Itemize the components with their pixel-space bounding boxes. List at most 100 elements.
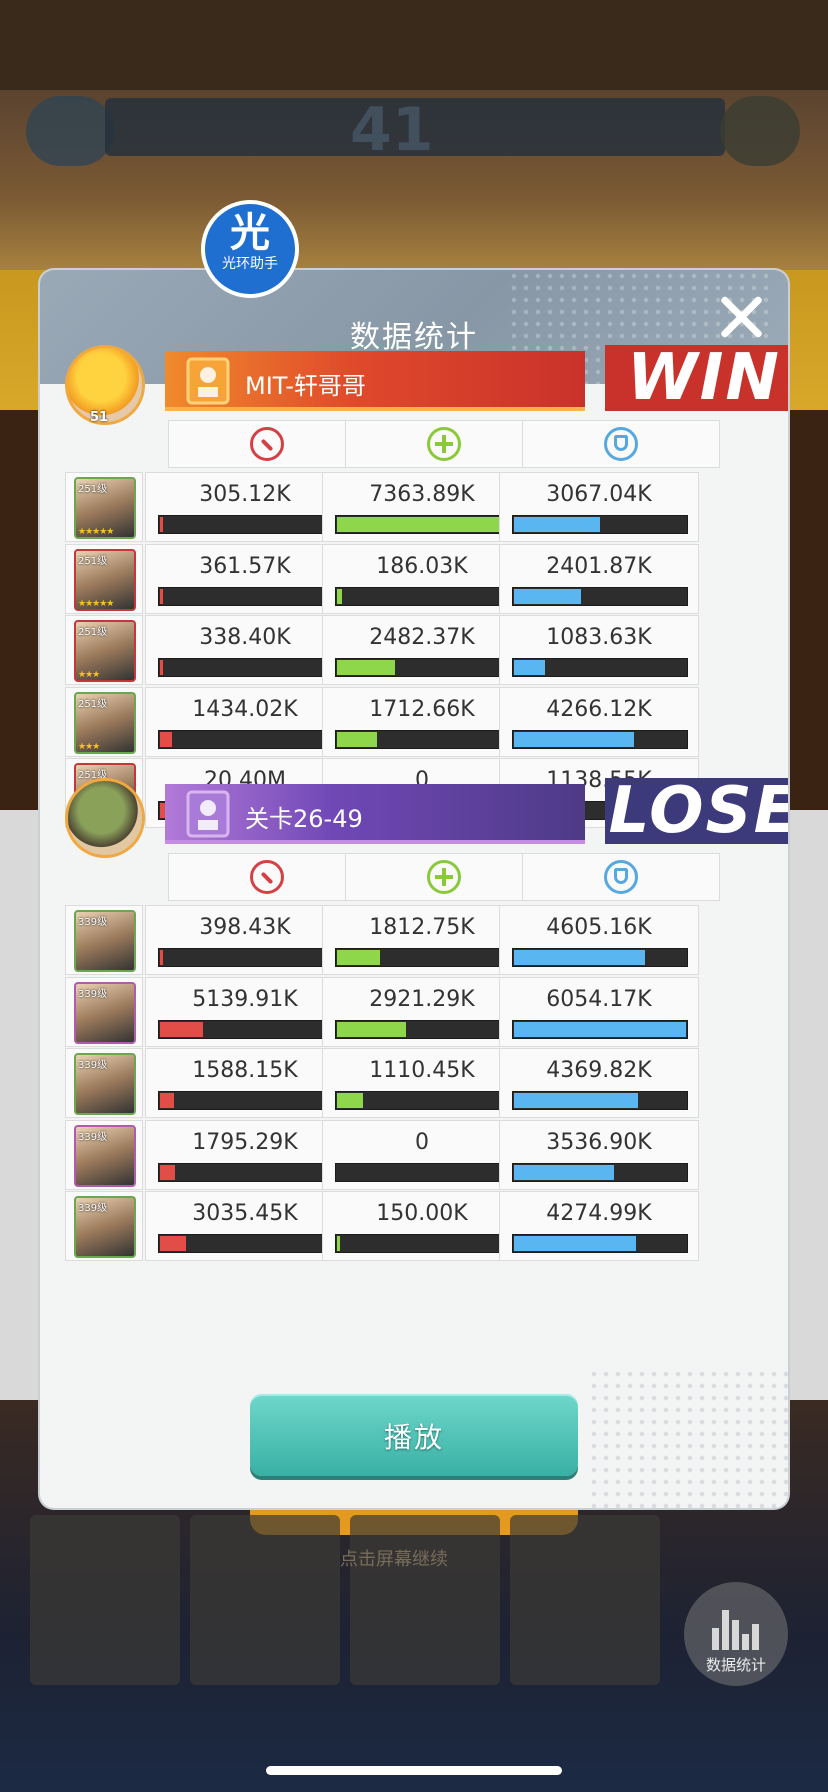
stat-bar-tank	[512, 515, 688, 534]
stat-cell-tank: 1083.63K	[499, 615, 699, 685]
logo-glyph: 光	[230, 210, 270, 256]
stat-header-damage	[168, 420, 366, 468]
stat-bar-fill-heal	[337, 950, 380, 965]
team-emblem-icon	[185, 790, 231, 838]
stat-bar-fill-heal	[337, 1093, 363, 1108]
sword-icon	[250, 427, 284, 461]
stat-bar-damage	[158, 586, 334, 606]
stat-header-heal	[345, 420, 543, 468]
bar-chart-icon	[712, 1600, 759, 1650]
stat-cell-heal: 1812.75K	[322, 905, 522, 975]
stat-bar-fill-damage	[160, 1093, 174, 1108]
stat-bar-heal	[335, 1162, 511, 1182]
stat-bar-heal	[335, 729, 511, 749]
stat-cell-damage: 1588.15K	[145, 1048, 345, 1118]
close-button[interactable]	[716, 292, 766, 342]
stat-cell-damage: 3035.45K	[145, 1191, 345, 1261]
home-indicator[interactable]	[266, 1766, 562, 1775]
hero-portrait[interactable]: 339级	[74, 1124, 136, 1187]
hero-cell: 251级 ★★★	[65, 615, 143, 685]
sword-icon	[250, 860, 284, 894]
stat-value-tank: 6054.17K	[546, 986, 652, 1012]
hero-row: 339级 5139.91K 2921.29K 6054.17K	[65, 976, 745, 1047]
stat-bar-damage	[158, 1019, 334, 1039]
hero-cell: 339级	[65, 1048, 143, 1118]
hero-portrait[interactable]: 251级 ★★★★★	[74, 548, 136, 611]
stat-bar-fill-tank	[514, 1093, 638, 1108]
stat-value-damage: 5139.91K	[192, 986, 298, 1012]
team-banner: 关卡26-49	[165, 784, 585, 844]
stat-cell-heal: 1110.45K	[322, 1048, 522, 1118]
player-avatar[interactable]	[65, 778, 145, 858]
hero-portrait[interactable]: 339级	[74, 910, 136, 972]
stat-value-damage: 1795.29K	[192, 1129, 298, 1155]
hero-level: 339级	[78, 1131, 108, 1143]
play-button[interactable]: 播放	[250, 1394, 578, 1476]
stats-header-row	[145, 420, 745, 470]
stat-bar-damage	[158, 948, 334, 967]
hero-card	[30, 1515, 180, 1685]
team-emblem-icon	[185, 357, 231, 405]
play-button-label: 播放	[383, 1421, 444, 1454]
result-text: LOSE	[608, 778, 788, 844]
hero-portrait[interactable]: 251级 ★★★★★	[74, 477, 136, 539]
hero-row: 339级 1588.15K 1110.45K 4369.82K	[65, 1048, 745, 1118]
plus-icon	[427, 427, 461, 461]
hero-level: 339级	[78, 1203, 108, 1214]
stage-number: 41	[350, 95, 434, 165]
hero-portrait[interactable]: 339级	[74, 1196, 136, 1258]
stat-bar-damage	[158, 729, 334, 749]
left-player-emblem	[26, 96, 114, 166]
stat-cell-heal: 2921.29K	[322, 976, 522, 1047]
hero-row: 251级 ★★★★★ 305.12K 7363.89K 3067.04K	[65, 472, 745, 542]
hero-cell: 339级	[65, 1119, 143, 1190]
stat-cell-damage: 5139.91K	[145, 976, 345, 1047]
stat-value-heal: 186.03K	[376, 553, 468, 579]
hero-row: 339级 398.43K 1812.75K 4605.16K	[65, 905, 745, 975]
stat-value-heal: 150.00K	[376, 1201, 468, 1226]
stat-cell-heal: 186.03K	[322, 543, 522, 614]
stat-value-tank: 4274.99K	[546, 1201, 652, 1226]
hero-level: 339级	[78, 988, 108, 1000]
stat-bar-fill-tank	[514, 950, 645, 965]
hero-row: 251级 ★★★ 1434.02K 1712.66K 4266.12K	[65, 686, 745, 757]
stat-bar-fill-damage	[160, 517, 164, 532]
stat-value-tank: 3067.04K	[546, 482, 652, 507]
stat-cell-damage: 305.12K	[145, 472, 345, 542]
hero-stars: ★★★★★	[78, 598, 114, 609]
player-avatar[interactable]: 51	[65, 345, 145, 425]
stat-bar-tank	[512, 948, 688, 967]
stat-value-heal: 1110.45K	[369, 1058, 475, 1083]
hero-level: 251级	[78, 698, 108, 710]
stat-bar-fill-damage	[160, 588, 164, 604]
stat-bar-fill-tank	[514, 588, 582, 604]
hero-portrait[interactable]: 251级 ★★★	[74, 620, 136, 682]
stat-bar-fill-tank	[514, 1236, 637, 1251]
stat-value-heal: 0	[415, 1129, 429, 1155]
data-stats-button[interactable]: 数据统计	[684, 1582, 788, 1686]
stat-bar-fill-tank	[514, 660, 545, 675]
hero-level: 251级	[78, 484, 108, 495]
hero-portrait[interactable]: 339级	[74, 1053, 136, 1115]
stat-cell-damage: 1795.29K	[145, 1119, 345, 1190]
stat-bar-tank	[512, 1019, 688, 1039]
stat-bar-fill-tank	[514, 731, 635, 747]
hero-portrait[interactable]: 339级	[74, 981, 136, 1044]
stat-bar-fill-tank	[514, 517, 600, 532]
team-header: 关卡26-49 LOSE	[65, 778, 788, 858]
stat-cell-damage: 361.57K	[145, 543, 345, 614]
stat-header-damage	[168, 853, 366, 901]
hero-portrait[interactable]: 251级 ★★★	[74, 691, 136, 754]
stat-value-tank: 1083.63K	[546, 625, 652, 650]
stat-cell-heal: 2482.37K	[322, 615, 522, 685]
stats-header-row	[145, 853, 745, 903]
stat-value-tank: 2401.87K	[546, 553, 652, 579]
stat-bar-fill-damage	[160, 950, 164, 965]
stat-bar-heal	[335, 1091, 511, 1110]
stat-bar-damage	[158, 658, 334, 677]
hero-level: 251级	[78, 555, 108, 567]
halo-assistant-logo: 光 光环助手	[201, 200, 299, 298]
stat-value-tank: 3536.90K	[546, 1129, 652, 1155]
stat-cell-tank: 4605.16K	[499, 905, 699, 975]
stat-value-heal: 1712.66K	[369, 696, 475, 722]
